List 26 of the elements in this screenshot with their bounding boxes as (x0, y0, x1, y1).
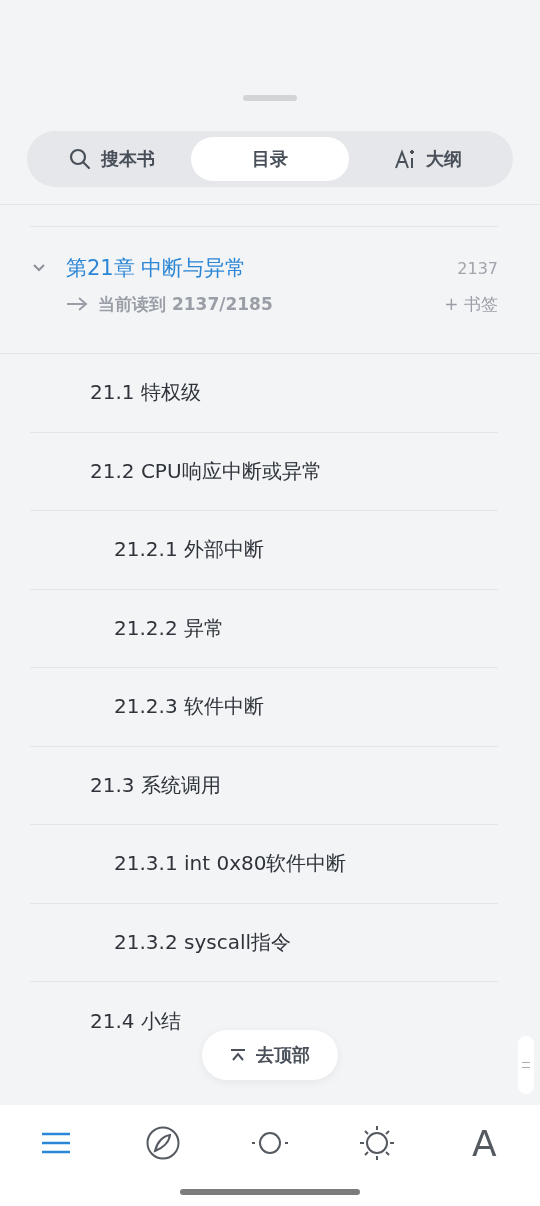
back-to-top-button[interactable]: 去顶部 (202, 1030, 338, 1080)
tab[interactable]: 搜本书 (33, 137, 191, 181)
menu-icon[interactable] (40, 1131, 71, 1155)
section-item[interactable]: 21.3.1 int 0x80软件中断 (114, 850, 347, 878)
font-size-button[interactable]: A (472, 1122, 497, 1164)
scroll-thumb[interactable] (518, 1036, 534, 1094)
page-number: 2137 (457, 258, 498, 278)
section-item[interactable]: 21.4 小结 (90, 1007, 181, 1035)
tab[interactable]: 目录 (191, 137, 349, 181)
section-item[interactable]: 21.2.2 异常 (114, 614, 224, 642)
drag-handle[interactable] (243, 95, 297, 101)
section-item[interactable]: 21.2.1 外部中断 (114, 536, 264, 564)
section-item[interactable]: 21.2.3 软件中断 (114, 693, 264, 721)
ai-sparkle-icon (394, 148, 416, 170)
tab[interactable]: 大纲 (349, 137, 507, 181)
section-item[interactable]: 21.3.2 syscall指令 (114, 928, 291, 956)
compass-icon[interactable] (145, 1126, 180, 1160)
chevron-icon[interactable] (32, 263, 46, 273)
section-item[interactable]: 21.2 CPU响应中断或异常 (90, 457, 322, 485)
section-item[interactable]: 21.1 特权级 (90, 379, 201, 407)
search-icon (69, 148, 91, 170)
arrow-icon (66, 297, 88, 311)
section-item[interactable]: 21.3 系统调用 (90, 771, 221, 799)
progress-icon[interactable] (251, 1130, 289, 1156)
brightness-icon[interactable] (359, 1125, 396, 1161)
caret-up-icon (230, 1048, 246, 1062)
